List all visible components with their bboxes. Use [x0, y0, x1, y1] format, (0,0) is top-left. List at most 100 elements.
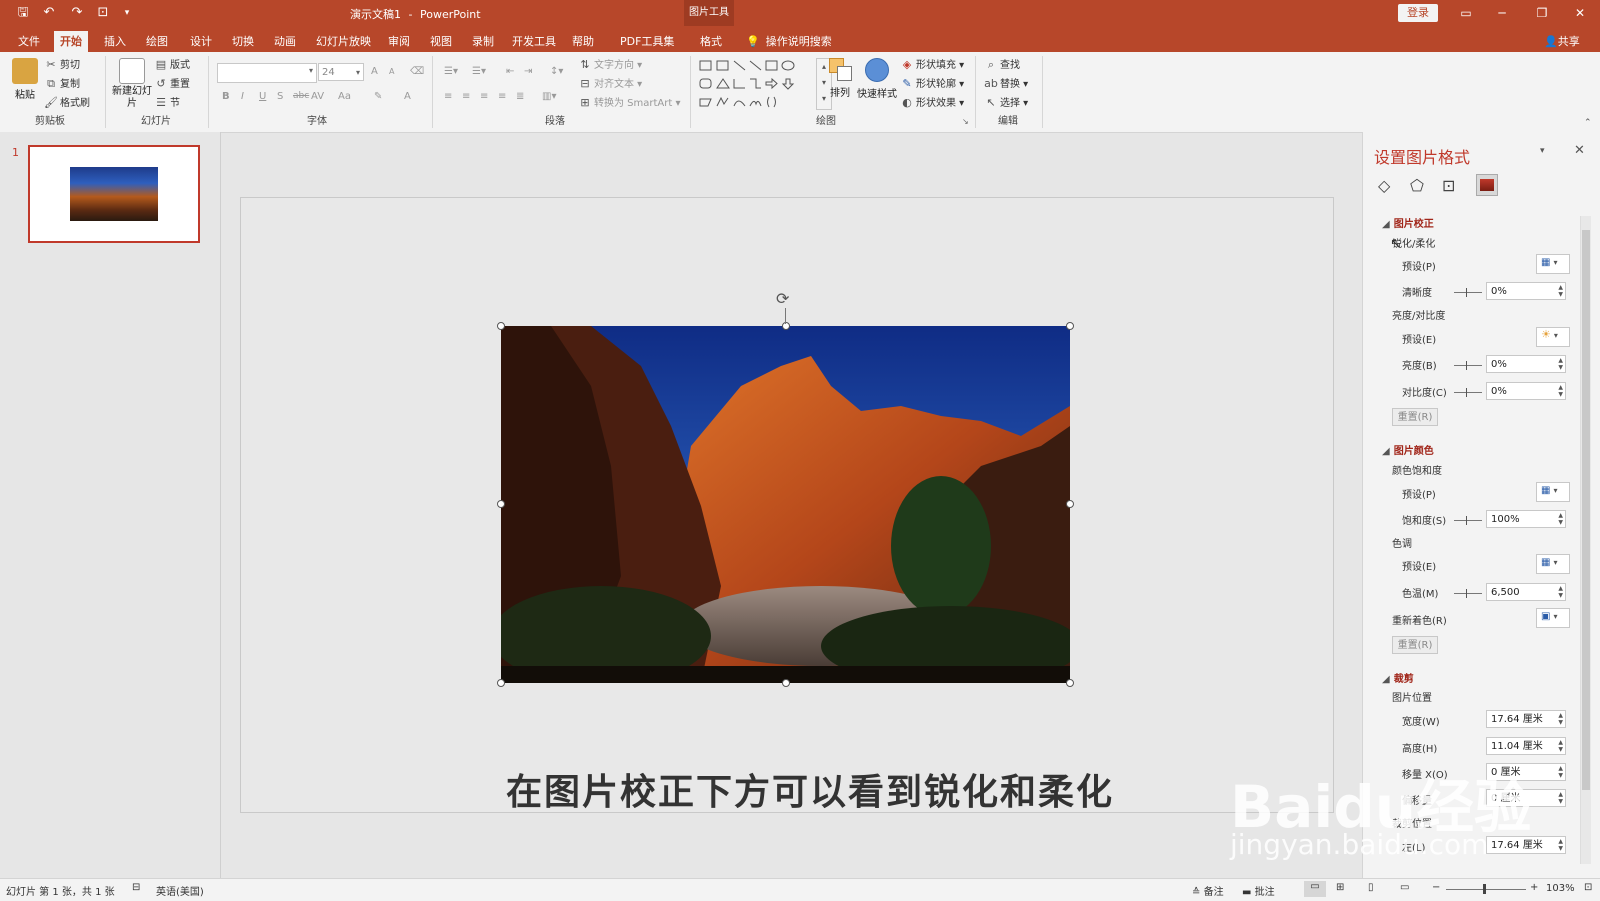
sharpness-preset-button[interactable]: ▦ ▾ — [1536, 254, 1570, 274]
sharpness-input[interactable]: 0% ▲ ▼ — [1486, 282, 1566, 300]
align-text-button[interactable]: ⊟ 对齐文本 ▾ — [578, 76, 642, 93]
reset-correction-button[interactable]: 重置(R) — [1392, 408, 1438, 426]
reset-color-button[interactable]: 重置(R) — [1392, 636, 1438, 654]
numbering-icon[interactable]: ☰▾ — [472, 63, 486, 80]
pane-scrollbar[interactable] — [1580, 216, 1591, 864]
size-properties-icon[interactable]: ⊡ — [1442, 176, 1455, 195]
line-spacing-icon[interactable]: ↕▾ — [550, 63, 563, 80]
rotate-handle-icon[interactable]: ⟳ — [776, 289, 789, 308]
tab-0[interactable]: 文件 — [12, 31, 46, 52]
shape-outline-button[interactable]: ✎ 形状轮廓 ▾ — [900, 76, 964, 93]
tab-1[interactable]: 开始 — [54, 31, 88, 52]
spin-arrows-icon[interactable]: ▲ ▼ — [1558, 284, 1563, 298]
resize-handle-top[interactable] — [782, 322, 790, 330]
copy-button[interactable]: ⧉ 复制 — [44, 76, 80, 93]
resize-handle-bottom-left[interactable] — [497, 679, 505, 687]
shape-effects-button[interactable]: ◐ 形状效果 ▾ — [900, 95, 964, 112]
zoom-level[interactable]: 103% — [1546, 883, 1575, 894]
shape-fill-button[interactable]: ◈ 形状填充 ▾ — [900, 57, 964, 74]
distributed-icon[interactable]: ≣ — [516, 88, 524, 105]
spin-arrows-icon[interactable]: ▲ ▼ — [1558, 838, 1563, 852]
dialog-launcher-icon[interactable]: ↘ — [962, 117, 969, 126]
fit-to-window-icon[interactable]: ⊡ — [1584, 882, 1592, 893]
tab-12[interactable]: 帮助 — [566, 31, 600, 52]
underline-button[interactable]: U — [259, 88, 266, 105]
replace-button[interactable]: ab 替换 ▾ — [984, 76, 1028, 93]
tab-14[interactable]: 格式 — [694, 31, 728, 52]
fill-line-icon[interactable]: ◇ — [1378, 176, 1390, 195]
font-name-combo[interactable]: ▾ — [217, 63, 317, 83]
resize-handle-top-left[interactable] — [497, 322, 505, 330]
format-painter-button[interactable]: 🖌 格式刷 — [44, 95, 90, 112]
contrast-input[interactable]: 0% ▲ ▼ — [1486, 382, 1566, 400]
section-button[interactable]: ☰ 节 — [154, 95, 180, 112]
section-picture-color[interactable]: ◢ 图片颜色 — [1382, 442, 1434, 457]
brightness-slider[interactable] — [1454, 361, 1482, 370]
spin-arrows-icon[interactable]: ▲ ▼ — [1558, 384, 1563, 398]
text-shadow-button[interactable]: S — [277, 88, 283, 105]
pane-options-icon[interactable]: ▾ — [1540, 146, 1545, 156]
present-from-start-icon[interactable]: ⊡ — [94, 5, 112, 21]
undo-icon[interactable]: ↶ — [40, 5, 58, 21]
tab-6[interactable]: 动画 — [268, 31, 302, 52]
columns-icon[interactable]: ▥▾ — [542, 88, 556, 105]
increase-indent-icon[interactable]: ⇥ — [524, 63, 532, 80]
tab-3[interactable]: 绘图 — [140, 31, 174, 52]
customize-qat-icon[interactable]: ▾ — [118, 5, 136, 21]
collapse-ribbon-icon[interactable]: ⌃ — [1584, 118, 1592, 128]
spin-arrows-icon[interactable]: ▲ ▼ — [1558, 357, 1563, 371]
paste-button[interactable]: 粘贴 — [10, 58, 40, 101]
share-button[interactable]: 👤共享 — [1544, 31, 1580, 52]
restore-button[interactable]: ❐ — [1530, 4, 1554, 22]
zoom-out-icon[interactable]: − — [1432, 882, 1440, 893]
canyon-photo[interactable] — [491, 326, 1081, 686]
grow-font-button[interactable]: A — [371, 63, 378, 80]
zoom-in-icon[interactable]: + — [1530, 882, 1538, 893]
effects-pentagon-icon[interactable]: ⬠ — [1410, 176, 1424, 195]
align-center-icon[interactable]: ≡ — [462, 88, 470, 105]
align-right-icon[interactable]: ≡ — [480, 88, 488, 105]
tab-5[interactable]: 切换 — [226, 31, 260, 52]
recolor-button[interactable]: ▣ ▾ — [1536, 608, 1570, 628]
quick-styles-button[interactable]: 快速样式 — [856, 58, 898, 100]
find-button[interactable]: ⌕ 查找 — [984, 57, 1020, 74]
tab-10[interactable]: 录制 — [466, 31, 500, 52]
font-color-button[interactable]: A — [404, 88, 411, 105]
tab-2[interactable]: 插入 — [98, 31, 132, 52]
justify-icon[interactable]: ≡ — [498, 88, 506, 105]
text-direction-button[interactable]: ⇅ 文字方向 ▾ — [578, 57, 642, 74]
tab-7[interactable]: 幻灯片放映 — [310, 31, 377, 52]
resize-handle-right[interactable] — [1066, 500, 1074, 508]
layout-button[interactable]: ▤ 版式 — [154, 57, 190, 74]
bullets-icon[interactable]: ☰▾ — [444, 63, 458, 80]
pane-scroll-thumb[interactable] — [1582, 230, 1590, 790]
arrange-button[interactable]: 排列 — [822, 58, 858, 99]
resize-handle-left[interactable] — [497, 500, 505, 508]
italic-button[interactable]: I — [241, 88, 244, 105]
brightness-input[interactable]: 0% ▲ ▼ — [1486, 355, 1566, 373]
section-crop[interactable]: ◢ 裁剪 — [1382, 670, 1414, 685]
sharpness-slider[interactable] — [1454, 288, 1482, 297]
spin-arrows-icon[interactable]: ▲ ▼ — [1558, 791, 1563, 805]
convert-smartart-button[interactable]: ⊞ 转换为 SmartArt ▾ — [578, 95, 680, 112]
resize-handle-top-right[interactable] — [1066, 322, 1074, 330]
picture-tab-icon[interactable] — [1476, 174, 1498, 196]
tab-9[interactable]: 视图 — [424, 31, 458, 52]
reset-slide-button[interactable]: ↺ 重置 — [154, 76, 190, 93]
select-button[interactable]: ↖ 选择 ▾ — [984, 95, 1028, 112]
save-icon[interactable]: 🖫 — [14, 5, 32, 21]
decrease-indent-icon[interactable]: ⇤ — [506, 63, 514, 80]
height-input[interactable]: 11.04 厘米 ▲ ▼ — [1486, 737, 1566, 755]
resize-handle-bottom-right[interactable] — [1066, 679, 1074, 687]
spin-arrows-icon[interactable]: ▲ ▼ — [1558, 712, 1563, 726]
clear-format-icon[interactable]: ⌫ — [410, 63, 424, 80]
zoom-slider-thumb[interactable] — [1483, 884, 1486, 894]
brightness-preset-button[interactable]: ☀ ▾ — [1536, 327, 1570, 347]
spin-arrows-icon[interactable]: ▲ ▼ — [1558, 585, 1563, 599]
minimize-button[interactable]: ─ — [1490, 4, 1514, 22]
spin-arrows-icon[interactable]: ▲ ▼ — [1558, 765, 1563, 779]
shapes-gallery[interactable] — [698, 58, 816, 110]
language-indicator[interactable]: 英语(美国) — [156, 883, 204, 898]
reading-view-icon[interactable]: ▯ — [1368, 882, 1374, 893]
comments-button[interactable]: ▬ 批注 — [1242, 883, 1275, 898]
